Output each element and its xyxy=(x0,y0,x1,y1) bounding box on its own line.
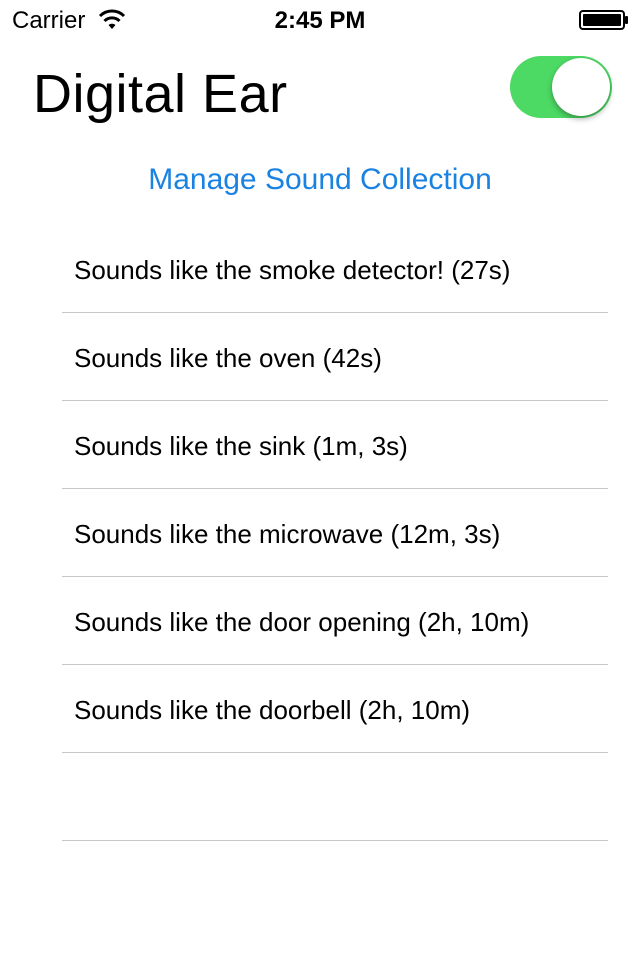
list-item-label: Sounds like the microwave (12m, 3s) xyxy=(74,519,501,549)
list-item[interactable]: Sounds like the sink (1m, 3s) xyxy=(62,401,608,489)
status-bar: Carrier 2:45 PM xyxy=(0,0,640,40)
manage-sound-collection-button[interactable]: Manage Sound Collection xyxy=(0,162,640,198)
list-item[interactable]: Sounds like the smoke detector! (27s) xyxy=(62,225,608,313)
list-item-label: Sounds like the sink (1m, 3s) xyxy=(74,431,408,461)
toggle-knob xyxy=(552,58,610,116)
sound-list: Sounds like the smoke detector! (27s) So… xyxy=(62,225,608,841)
list-item[interactable]: Sounds like the oven (42s) xyxy=(62,313,608,401)
list-item-label: Sounds like the doorbell (2h, 10m) xyxy=(74,695,471,725)
list-item-empty xyxy=(62,753,608,841)
app-screen: Carrier 2:45 PM Digital Ear Manage Sound… xyxy=(0,0,640,960)
status-time: 2:45 PM xyxy=(274,7,366,34)
list-item[interactable]: Sounds like the doorbell (2h, 10m) xyxy=(62,665,608,753)
page-title: Digital Ear xyxy=(33,64,288,124)
list-item-label: Sounds like the oven (42s) xyxy=(74,343,382,373)
list-item[interactable]: Sounds like the door opening (2h, 10m) xyxy=(62,577,608,665)
listening-toggle[interactable] xyxy=(510,56,612,118)
battery-icon xyxy=(579,10,628,30)
list-item-label: Sounds like the smoke detector! (27s) xyxy=(74,255,511,285)
list-item[interactable]: Sounds like the microwave (12m, 3s) xyxy=(62,489,608,577)
list-item-label: Sounds like the door opening (2h, 10m) xyxy=(74,607,530,637)
